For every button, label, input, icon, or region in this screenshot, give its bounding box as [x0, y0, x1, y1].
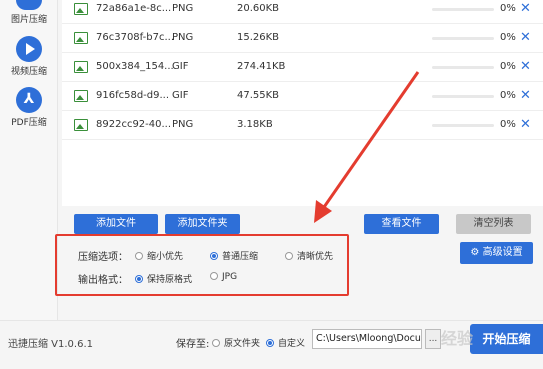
progress-percent: 0%: [500, 3, 516, 14]
output-format-label: 输出格式：: [78, 275, 128, 286]
image-file-icon: [74, 3, 88, 15]
radio-label: 保持原格式: [147, 275, 193, 285]
delete-icon[interactable]: ✕: [520, 59, 531, 74]
radio-unselected-icon: [285, 252, 293, 260]
radio-clarity-priority[interactable]: 清晰优先: [285, 249, 333, 262]
advanced-settings-button[interactable]: ⚙ 高级设置: [460, 242, 533, 264]
pdf-icon: [16, 87, 42, 113]
sidebar-item-label: PDF压缩: [11, 118, 47, 128]
file-size: 15.26KB: [237, 32, 280, 43]
view-files-button[interactable]: 查看文件: [364, 214, 439, 234]
progress-percent: 0%: [500, 119, 516, 130]
file-size: 20.60KB: [237, 3, 280, 14]
table-row[interactable]: 500x384_154... GIF 274.41KB 0% ✕: [62, 53, 543, 82]
file-type: GIF: [172, 90, 189, 101]
radio-size-priority[interactable]: 缩小优先: [135, 249, 183, 262]
watermark-text: 经验: [441, 329, 474, 348]
radio-label: 自定义: [278, 339, 306, 349]
add-folder-button[interactable]: 添加文件夹: [165, 214, 240, 234]
radio-unselected-icon: [210, 272, 218, 280]
sidebar-item-label: 图片压缩: [10, 15, 47, 25]
delete-icon[interactable]: ✕: [520, 30, 531, 45]
progress-percent: 0%: [500, 32, 516, 43]
progress-percent: 0%: [500, 61, 516, 72]
radio-custom-folder[interactable]: 自定义: [266, 336, 305, 349]
clear-list-button[interactable]: 清空列表: [456, 214, 531, 234]
image-file-icon: [74, 90, 88, 102]
file-name: 72a86a1e-8c...: [96, 3, 172, 14]
file-name: 500x384_154...: [96, 61, 174, 72]
sidebar-item-pdf-compress[interactable]: PDF压缩: [0, 87, 58, 128]
gear-icon: ⚙: [470, 247, 483, 258]
file-list-empty-area: [62, 148, 543, 206]
annotation-highlight-box: [55, 234, 349, 296]
radio-selected-icon: [135, 275, 143, 283]
add-file-button[interactable]: 添加文件: [74, 214, 158, 234]
radio-label: 原文件夹: [224, 339, 261, 349]
compress-options-label: 压缩选项：: [78, 252, 128, 263]
radio-selected-icon: [266, 339, 274, 347]
sidebar-item-video-compress[interactable]: 视频压缩: [0, 36, 58, 77]
image-file-icon: [74, 32, 88, 44]
table-row[interactable]: 72a86a1e-8c... PNG 20.60KB 0% ✕: [62, 0, 543, 24]
radio-normal-compress[interactable]: 普通压缩: [210, 249, 258, 262]
advanced-settings-label: 高级设置: [482, 247, 523, 258]
radio-label: 清晰优先: [297, 252, 334, 262]
radio-unselected-icon: [135, 252, 143, 260]
image-file-icon: [74, 61, 88, 73]
play-icon: [16, 36, 42, 62]
radio-jpg[interactable]: JPG: [210, 272, 237, 282]
image-file-icon: [74, 119, 88, 131]
file-list: 72a86a1e-8c... PNG 20.60KB 0% ✕ 76c3708f…: [62, 0, 543, 148]
radio-selected-icon: [210, 252, 218, 260]
start-compress-button[interactable]: 开始压缩: [470, 324, 543, 354]
progress-percent: 0%: [500, 90, 516, 101]
progress-bar: [432, 8, 494, 11]
delete-icon[interactable]: ✕: [520, 88, 531, 103]
delete-icon[interactable]: ✕: [520, 117, 531, 132]
file-type: GIF: [172, 61, 189, 72]
footer-bar: 迅捷压缩 V1.0.6.1 保存至: 原文件夹 自定义 C:\Users\Mlo…: [0, 320, 543, 369]
progress-bar: [432, 124, 494, 127]
radio-keep-format[interactable]: 保持原格式: [135, 272, 192, 285]
output-path-input[interactable]: C:\Users\Mloong\Docum: [312, 329, 422, 349]
file-type: PNG: [172, 32, 194, 43]
file-type: PNG: [172, 3, 194, 14]
progress-bar: [432, 95, 494, 98]
delete-icon[interactable]: ✕: [520, 1, 531, 16]
table-row[interactable]: 76c3708f-b7c... PNG 15.26KB 0% ✕: [62, 24, 543, 53]
sidebar: 图片压缩 视频压缩 PDF压缩: [0, 0, 58, 320]
save-to-label: 保存至:: [176, 339, 210, 350]
table-row[interactable]: 8922cc92-40... PNG 3.18KB 0% ✕: [62, 111, 543, 140]
file-name: 916fc58d-d9...: [96, 90, 170, 101]
app-window: 图片压缩 视频压缩 PDF压缩 72a86a1e-8c... PNG 20.60…: [0, 0, 543, 369]
image-compress-icon: [16, 0, 42, 10]
radio-original-folder[interactable]: 原文件夹: [212, 336, 260, 349]
file-size: 3.18KB: [237, 119, 273, 130]
radio-label: 缩小优先: [147, 252, 184, 262]
file-size: 274.41KB: [237, 61, 286, 72]
progress-bar: [432, 66, 494, 69]
file-name: 76c3708f-b7c...: [96, 32, 174, 43]
sidebar-item-label: 视频压缩: [10, 67, 47, 77]
table-row[interactable]: 916fc58d-d9... GIF 47.55KB 0% ✕: [62, 82, 543, 111]
radio-label: 普通压缩: [222, 252, 259, 262]
radio-label: JPG: [222, 272, 238, 282]
file-name: 8922cc92-40...: [96, 119, 172, 130]
browse-folder-button[interactable]: ...: [425, 329, 441, 349]
file-size: 47.55KB: [237, 90, 280, 101]
file-type: PNG: [172, 119, 194, 130]
progress-bar: [432, 37, 494, 40]
radio-unselected-icon: [212, 339, 220, 347]
app-version: 迅捷压缩 V1.0.6.1: [8, 339, 94, 350]
sidebar-item-image-compress[interactable]: 图片压缩: [0, 0, 58, 25]
